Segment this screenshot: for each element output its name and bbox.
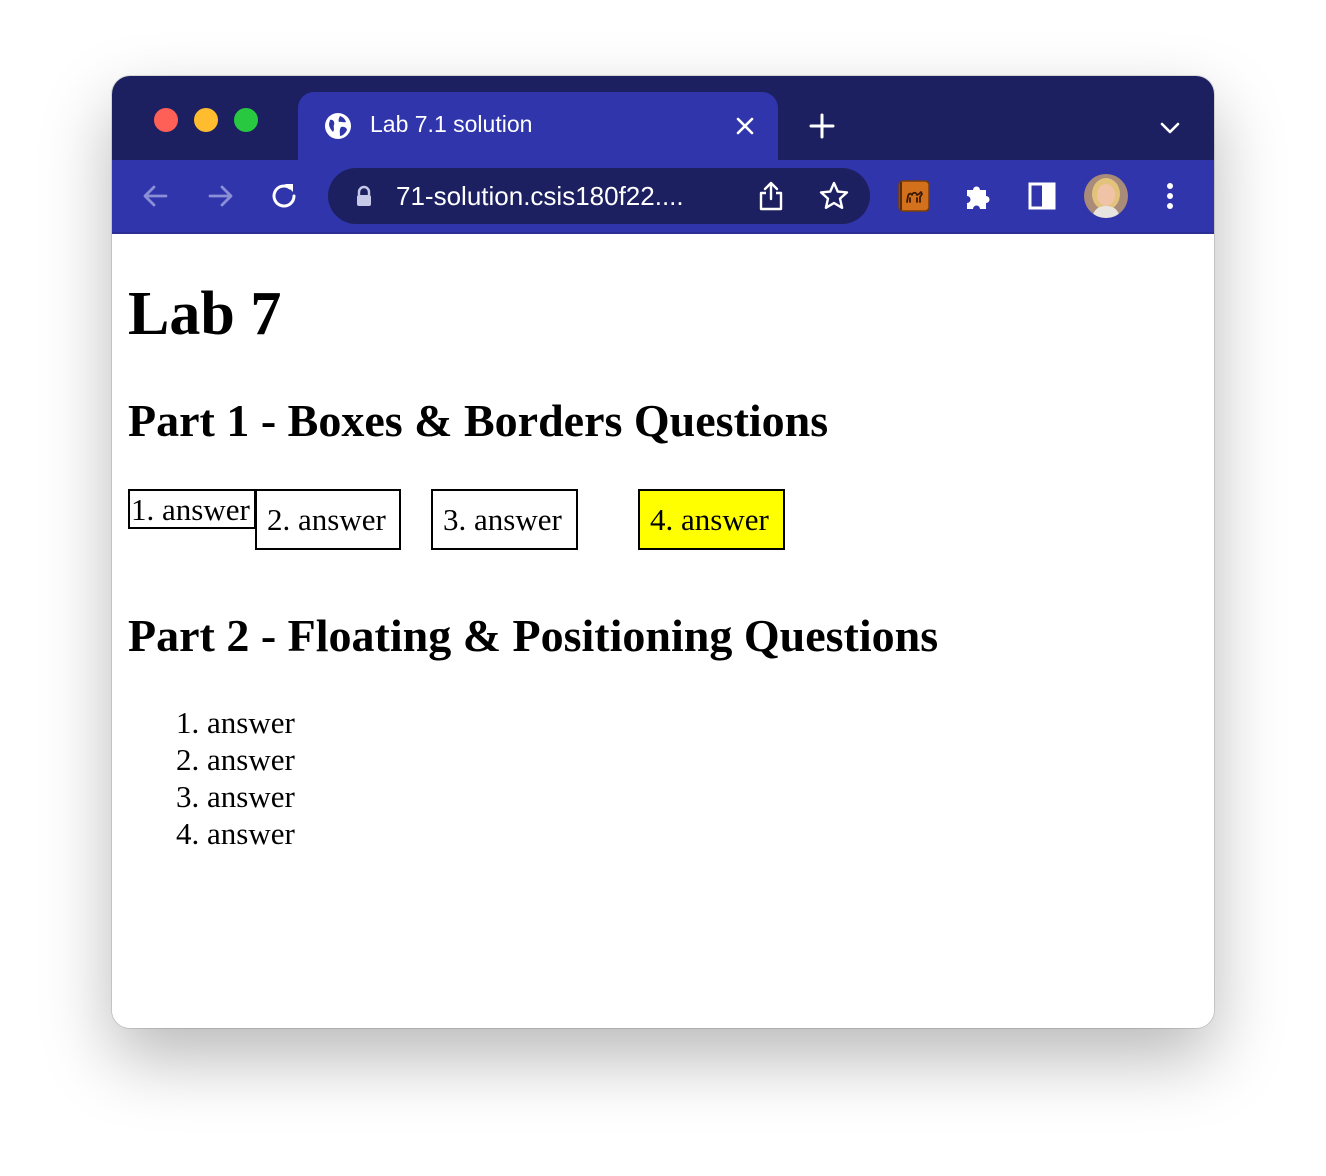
camel-extension-icon[interactable] xyxy=(898,180,930,212)
back-arrow-icon[interactable] xyxy=(140,180,172,212)
list-item: 2. answer xyxy=(176,742,295,777)
reload-icon[interactable] xyxy=(268,180,300,212)
side-panel-icon[interactable] xyxy=(1026,180,1058,212)
answer-box-2: 2. answer xyxy=(255,489,401,550)
page-content: Lab 7 Part 1 - Boxes & Borders Questions… xyxy=(112,234,1214,1028)
answer-list: 1. answer 2. answer 3. answer 4. answer xyxy=(176,704,295,852)
chevron-down-icon[interactable] xyxy=(1158,116,1182,140)
part2-heading: Part 2 - Floating & Positioning Question… xyxy=(128,610,939,661)
list-item: 3. answer xyxy=(176,779,295,814)
toolbar: 71-solution.csis180f22.... xyxy=(112,160,1214,234)
puzzle-icon[interactable] xyxy=(962,180,994,212)
close-window-button[interactable] xyxy=(154,108,178,132)
tab-strip: Lab 7.1 solution xyxy=(112,76,1214,162)
part1-heading: Part 1 - Boxes & Borders Questions xyxy=(128,395,829,446)
lock-icon[interactable] xyxy=(352,184,376,208)
list-item: 4. answer xyxy=(176,816,295,851)
minimize-window-button[interactable] xyxy=(194,108,218,132)
close-icon[interactable] xyxy=(734,115,756,137)
answer-box-1: 1. answer xyxy=(128,489,256,529)
tab-lab-7-1-solution[interactable]: Lab 7.1 solution xyxy=(298,92,778,162)
answer-box-4: 4. answer xyxy=(638,489,785,550)
kebab-menu-icon[interactable] xyxy=(1154,180,1186,212)
address-bar[interactable]: 71-solution.csis180f22.... xyxy=(328,168,870,224)
tab-title: Lab 7.1 solution xyxy=(370,111,533,137)
new-tab-plus-icon[interactable] xyxy=(808,112,836,140)
list-item: 1. answer xyxy=(176,705,295,740)
avatar[interactable] xyxy=(1084,174,1128,218)
globe-icon xyxy=(325,113,351,139)
url-text: 71-solution.csis180f22.... xyxy=(396,181,684,211)
share-icon[interactable] xyxy=(756,180,786,212)
forward-arrow-icon[interactable] xyxy=(204,180,236,212)
answer-box-3: 3. answer xyxy=(431,489,578,550)
maximize-window-button[interactable] xyxy=(234,108,258,132)
profile-photo-icon xyxy=(1084,174,1128,218)
browser-window: Lab 7.1 solution 71-solution.csis180f22.… xyxy=(112,76,1214,1028)
star-icon[interactable] xyxy=(818,180,850,212)
page-title: Lab 7 xyxy=(128,280,282,348)
